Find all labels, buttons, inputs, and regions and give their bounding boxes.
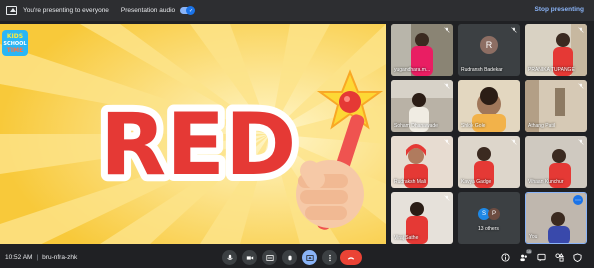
participant-name: You	[529, 234, 538, 240]
svg-text:KIDS: KIDS	[7, 33, 23, 40]
participant-name: PRANIKA TUPANGE	[528, 67, 575, 73]
bottom-bar: 10:52 AM | bru-nfra-zhk 35	[0, 247, 594, 268]
chat-button[interactable]	[536, 252, 546, 262]
mic-off-icon	[444, 195, 450, 201]
avatar: P	[488, 208, 500, 220]
captions-icon	[265, 254, 274, 261]
participant-name: Viraj Sathe	[394, 235, 419, 241]
participant-tile[interactable]: Soham Dhanawade	[391, 80, 453, 132]
self-tile[interactable]: ⋯ You	[525, 192, 587, 244]
participant-name: Rudraksh Mali	[394, 179, 426, 185]
mic-off-icon	[511, 27, 517, 33]
mic-off-icon	[444, 139, 450, 145]
info-icon	[500, 252, 510, 262]
participant-name: Rudransh Badekar	[461, 67, 503, 73]
participant-tile[interactable]: Vihaan Kunchur	[525, 136, 587, 188]
slide-word: RED	[100, 95, 296, 195]
separator: |	[36, 254, 39, 261]
camera-icon	[246, 255, 253, 260]
participant-tile[interactable]: Viraj Sathe	[391, 192, 453, 244]
participant-name: Athang Patil	[528, 123, 555, 129]
participant-tile[interactable]: yugandhara.m...	[391, 24, 453, 76]
people-button[interactable]: 35	[518, 249, 532, 262]
kids-logo: KIDS SCHOOL TIME	[2, 30, 28, 56]
presenting-status-text: You're presenting to everyone	[23, 7, 109, 14]
participant-name: Vihaan Kunchur	[528, 179, 564, 185]
participant-tile[interactable]: R Rudransh Badekar	[458, 24, 520, 76]
mic-off-icon	[578, 27, 584, 33]
stop-presenting-button[interactable]: Stop presenting	[535, 6, 584, 13]
presentation-audio-label: Presentation audio	[120, 7, 176, 14]
avatar: R	[480, 36, 498, 54]
present-icon	[305, 254, 314, 261]
participant-tile[interactable]: Shlok Gole	[458, 80, 520, 132]
more-options-icon[interactable]: ⋯	[573, 195, 583, 205]
svg-text:TIME: TIME	[7, 47, 23, 54]
leave-call-button[interactable]	[340, 250, 362, 265]
participant-tile[interactable]: Rudraksh Mali	[391, 136, 453, 188]
presentation-stage: RED RED KIDS SCHOOL TIME	[0, 24, 386, 244]
mic-off-icon	[511, 139, 517, 145]
clock: 10:52 AM	[5, 254, 33, 261]
slide-illustration: RED RED KIDS SCHOOL TIME	[0, 24, 386, 244]
others-tile[interactable]: S P 13 others	[458, 192, 520, 244]
mic-off-icon	[578, 139, 584, 145]
people-count-badge: 35	[525, 249, 532, 254]
more-vert-icon	[328, 254, 331, 261]
presentation-audio-toggle[interactable]: ✓	[180, 6, 196, 15]
check-icon: ✓	[188, 8, 194, 14]
participant-tile[interactable]: PRANIKA TUPANGE	[525, 24, 587, 76]
shield-icon	[572, 252, 582, 262]
camera-button[interactable]	[242, 250, 257, 265]
meeting-info-button[interactable]	[500, 252, 510, 262]
activities-button[interactable]	[554, 252, 564, 262]
participant-tile[interactable]: Athang Patil	[525, 80, 587, 132]
participant-name: yugandhara.m...	[394, 67, 431, 73]
chat-icon	[536, 253, 546, 262]
participant-name: Shlok Gole	[461, 123, 486, 129]
participant-tile[interactable]: Kavya Gadge	[458, 136, 520, 188]
participant-name: Kavya Gadge	[461, 179, 492, 185]
mic-icon	[226, 254, 233, 260]
meet-window: You're presenting to everyone Presentati…	[0, 0, 594, 268]
more-options-button[interactable]	[322, 250, 337, 265]
captions-button[interactable]	[262, 250, 277, 265]
hand-icon	[287, 255, 292, 260]
phone-hangup-icon	[347, 256, 355, 260]
shapes-icon	[554, 252, 564, 262]
present-screen-icon	[6, 6, 17, 15]
others-count: 13 others	[478, 226, 499, 232]
meeting-code: bru-nfra-zhk	[42, 254, 78, 261]
mic-off-icon	[578, 83, 584, 89]
mic-off-icon	[444, 27, 450, 33]
participant-name: Soham Dhanawade	[394, 123, 438, 129]
mic-button[interactable]	[222, 250, 237, 265]
present-button[interactable]	[302, 250, 317, 265]
raise-hand-button[interactable]	[282, 250, 297, 265]
presenting-bar: You're presenting to everyone Presentati…	[0, 0, 594, 21]
host-controls-button[interactable]	[572, 252, 582, 262]
mic-off-icon	[444, 83, 450, 89]
